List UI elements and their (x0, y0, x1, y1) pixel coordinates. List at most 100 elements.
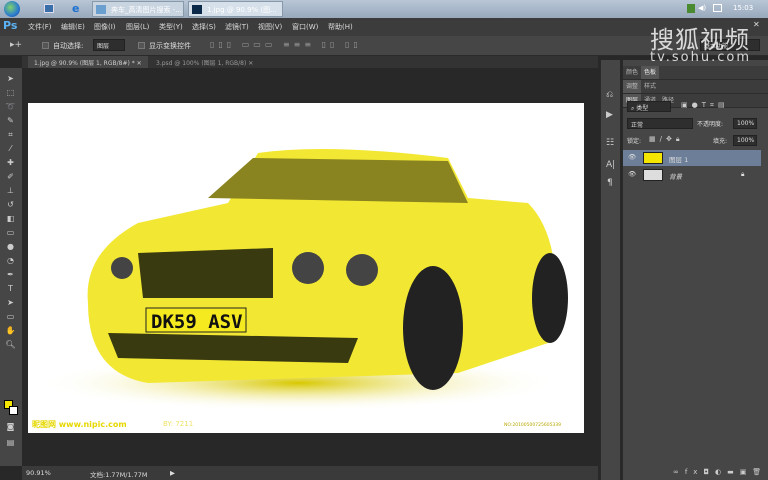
headlight-right-outer (346, 254, 378, 286)
hand-tool-icon[interactable]: ✋ (5, 326, 16, 335)
character-icon[interactable]: A| (606, 160, 615, 170)
menu-layer[interactable]: 图层(L) (126, 22, 149, 32)
image-watermark-site: 昵图网 www.nipic.com (32, 420, 127, 429)
marquee-tool-icon[interactable]: ⬚ (5, 88, 16, 97)
dodge-tool-icon[interactable]: ◔ (5, 256, 16, 265)
tools-panel: ➤ ⬚ ➰ ✎ ⌗ ⁄ ✚ ✐ ⊥ ↺ ◧ ▭ ● ◔ ✒ T ➤ ▭ ✋ 🔍︎… (0, 68, 22, 466)
tab-color[interactable]: 颜色 (623, 66, 641, 79)
bumper-intake (108, 333, 358, 363)
history-brush-icon[interactable]: ↺ (5, 200, 16, 209)
fill-input[interactable]: 100% (733, 135, 757, 146)
auto-select-label: 自动选择: (53, 42, 84, 50)
status-bar: 90.91% 文档:1.77M/1.77M ▶ (22, 466, 598, 480)
layer-row-layer1[interactable]: 👁︎ 图层 1 (623, 150, 761, 166)
background-color-swatch[interactable] (9, 406, 18, 415)
menu-help[interactable]: 帮助(H) (328, 22, 353, 32)
menu-window[interactable]: 窗口(W) (292, 22, 318, 32)
tab-1-jpg[interactable]: 1.jpg @ 90.9% (图层 1, RGB/8#) * ✕ (28, 56, 148, 68)
yellow-car-illustration: DK59 ASV (38, 149, 568, 411)
layer-filter-dropdown[interactable]: ⌕ 类型 (627, 101, 671, 112)
menu-file[interactable]: 文件(F) (28, 22, 52, 32)
auto-select-dropdown[interactable]: 图层 (93, 39, 125, 51)
show-transform-checkbox[interactable] (138, 42, 145, 49)
taskbar-photoshop[interactable]: 1.jpg @ 90.9% (图... (188, 1, 283, 17)
menu-type[interactable]: 类型(Y) (159, 22, 183, 32)
visibility-eye-icon[interactable]: 👁︎ (628, 170, 636, 178)
zoom-level[interactable]: 90.91% (26, 469, 51, 477)
collapsed-panels: ⎌ ▶ ☷ A| ¶ (600, 60, 620, 480)
lock-icons[interactable]: ▦/✥🔒︎ (649, 135, 684, 144)
paragraph-icon[interactable]: ¶ (607, 178, 613, 188)
actions-play-icon[interactable]: ▶ (606, 110, 613, 120)
screen-mode-icon[interactable]: ▤ (5, 438, 16, 447)
lasso-tool-icon[interactable]: ➰ (5, 102, 16, 111)
windows-taskbar: e 奔车_高清图片搜索 -... 1.jpg @ 90.9% (图... ◀) … (0, 0, 768, 18)
menu-filter[interactable]: 滤镜(T) (225, 22, 249, 32)
document-size: 文档:1.77M/1.77M (90, 471, 148, 479)
license-plate-text: DK59 ASV (151, 311, 243, 333)
align-buttons[interactable]: ▯▯▯ ▭▭▭ ≡≡≡ ▯▯ ▯▯ (210, 40, 362, 49)
path-select-icon[interactable]: ➤ (5, 298, 16, 307)
layer-panel-footer-buttons[interactable]: ∞fx◘◐▬▣🗑︎ (673, 468, 767, 476)
auto-select-checkbox[interactable] (42, 42, 49, 49)
eraser-icon[interactable]: ◧ (5, 214, 16, 223)
layer-filter-icons[interactable]: ▣●T⌗▤ (681, 101, 729, 110)
brush-tool-icon[interactable]: ✐ (5, 172, 16, 181)
canvas-image[interactable]: DK59 ASV 昵图网 www.nipic.com BY: 7211 NO:2… (28, 103, 584, 433)
quick-select-icon[interactable]: ✎ (5, 116, 16, 125)
right-panels: 颜色 色板 调整 样式 图层 通道 路径 ⌕ 类型 ▣●T⌗▤ 正常 不透明度:… (622, 60, 768, 480)
layer-row-background[interactable]: 👁︎ 背景 🔒︎ (623, 167, 761, 183)
type-tool-icon[interactable]: T (5, 284, 16, 293)
quick-mask-icon[interactable]: ◙ (5, 422, 16, 431)
healing-brush-icon[interactable]: ✚ (5, 158, 16, 167)
gradient-tool-icon[interactable]: ▭ (5, 228, 16, 237)
menu-image[interactable]: 图像(I) (94, 22, 116, 32)
ie-icon[interactable]: e (72, 3, 79, 14)
crop-tool-icon[interactable]: ⌗ (5, 130, 16, 139)
move-tool-icon[interactable]: ➤ (5, 74, 16, 83)
photoshop-logo: Ps (3, 19, 18, 32)
zoom-tool-icon[interactable]: 🔍︎ (5, 340, 16, 349)
history-icon[interactable]: ⎌ (606, 90, 613, 100)
tab-styles[interactable]: 样式 (641, 80, 659, 93)
fill-label: 填充: (713, 138, 728, 145)
visibility-eye-icon[interactable]: 👁︎ (628, 153, 636, 161)
volume-icon[interactable]: ◀) (698, 4, 706, 12)
start-button[interactable] (4, 1, 20, 17)
clock: 15:03 (733, 4, 754, 12)
lock-label: 锁定: (627, 138, 642, 145)
photoshop-icon (192, 5, 202, 14)
layer-name[interactable]: 背景 (669, 171, 682, 181)
layer-name[interactable]: 图层 1 (669, 154, 688, 164)
show-transform-label: 显示变换控件 (149, 42, 191, 50)
monitor-icon[interactable] (713, 4, 722, 12)
pen-tool-icon[interactable]: ✒ (5, 270, 16, 279)
menu-select[interactable]: 选择(S) (192, 22, 216, 32)
shape-tool-icon[interactable]: ▭ (5, 312, 16, 321)
show-desktop-icon[interactable] (44, 4, 54, 13)
rear-wheel (532, 253, 568, 343)
taskbar-browser[interactable]: 奔车_高清图片搜索 -... (92, 1, 184, 17)
tray-network-icon[interactable] (687, 4, 695, 13)
adjust-panel-tabs: 调整 样式 (623, 80, 768, 94)
opacity-input[interactable]: 100% (733, 118, 757, 129)
eyedropper-icon[interactable]: ⁄ (5, 144, 16, 153)
status-arrow-icon[interactable]: ▶ (170, 469, 175, 477)
close-window-button[interactable]: ✕ (753, 20, 760, 29)
browser-icon (96, 5, 106, 14)
lock-icon: 🔒︎ (741, 170, 745, 178)
opacity-label: 不透明度: (697, 121, 724, 128)
properties-icon[interactable]: ☷ (606, 138, 614, 148)
blur-tool-icon[interactable]: ● (5, 242, 16, 251)
tab-adjustments[interactable]: 调整 (623, 80, 642, 93)
tab-3-psd[interactable]: 3.psd @ 100% (图层 1, RGB/8) ✕ (150, 56, 259, 68)
menu-edit[interactable]: 编辑(E) (61, 22, 85, 32)
headlight-left (111, 257, 133, 279)
tab-swatches[interactable]: 色板 (641, 66, 660, 79)
move-tool-icon[interactable]: ▸+ (10, 40, 22, 50)
menu-view[interactable]: 视图(V) (258, 22, 282, 32)
stamp-tool-icon[interactable]: ⊥ (5, 186, 16, 195)
layer-thumbnail (643, 152, 663, 164)
blend-mode-dropdown[interactable]: 正常 (627, 118, 693, 129)
layer-thumbnail (643, 169, 663, 181)
